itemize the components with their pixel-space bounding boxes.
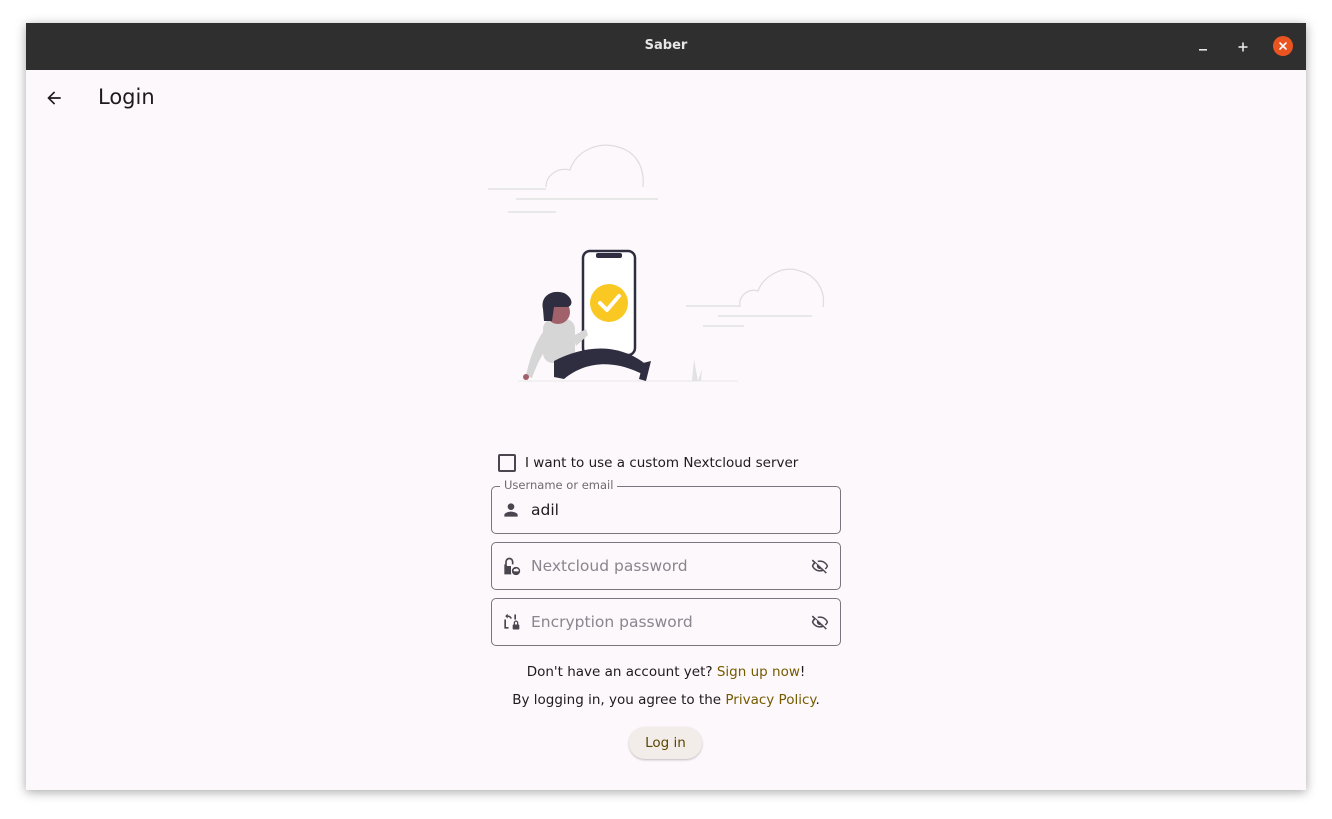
- username-label: Username or email: [500, 478, 618, 492]
- username-field[interactable]: Username or email adil: [491, 478, 841, 534]
- nextcloud-password-field[interactable]: Nextcloud password: [491, 542, 841, 590]
- signup-prefix: Don't have an account yet?: [526, 664, 717, 680]
- cloud-left: [488, 144, 658, 213]
- custom-server-row[interactable]: I want to use a custom Nextcloud server: [498, 453, 798, 473]
- custom-server-checkbox[interactable]: [498, 454, 516, 472]
- lock-cloud-icon: [504, 557, 521, 576]
- privacy-prefix: By logging in, you agree to the: [512, 692, 726, 708]
- minimize-button[interactable]: [1193, 37, 1213, 57]
- privacy-suffix: .: [815, 692, 820, 708]
- signup-link[interactable]: Sign up now: [717, 664, 800, 680]
- maximize-button[interactable]: [1233, 37, 1253, 57]
- app-bar: Login: [26, 70, 1306, 126]
- eye-off-icon[interactable]: [810, 613, 830, 631]
- privacy-policy-link[interactable]: Privacy Policy: [725, 692, 815, 708]
- back-button[interactable]: [40, 84, 68, 112]
- page-title: Login: [98, 85, 155, 109]
- encryption-password-field[interactable]: Encryption password: [491, 598, 841, 646]
- nextcloud-password-input[interactable]: Nextcloud password: [531, 557, 688, 575]
- window-title: Saber: [644, 38, 688, 53]
- login-button[interactable]: Log in: [629, 727, 702, 759]
- phone: [581, 249, 637, 357]
- close-icon: [1279, 42, 1287, 50]
- custom-server-label[interactable]: I want to use a custom Nextcloud server: [525, 455, 798, 471]
- lock-reset-icon: [504, 613, 520, 630]
- window-titlebar[interactable]: Saber: [26, 23, 1306, 70]
- person-icon: [504, 503, 518, 517]
- eye-off-icon[interactable]: [810, 557, 830, 575]
- app-window: Saber Login I want to use a custom Nextc…: [26, 23, 1306, 790]
- maximize-icon: [1238, 42, 1248, 52]
- privacy-text: By logging in, you agree to the Privacy …: [391, 692, 941, 708]
- cloud-right: [686, 268, 825, 327]
- signup-text: Don't have an account yet? Sign up now!: [391, 664, 941, 680]
- arrow-left-icon: [47, 91, 61, 105]
- signup-suffix: !: [799, 664, 806, 680]
- username-input[interactable]: adil: [531, 501, 559, 519]
- minimize-icon: [1199, 49, 1207, 51]
- encryption-password-input[interactable]: Encryption password: [531, 613, 693, 631]
- close-button[interactable]: [1273, 36, 1293, 56]
- login-illustration: [488, 144, 825, 382]
